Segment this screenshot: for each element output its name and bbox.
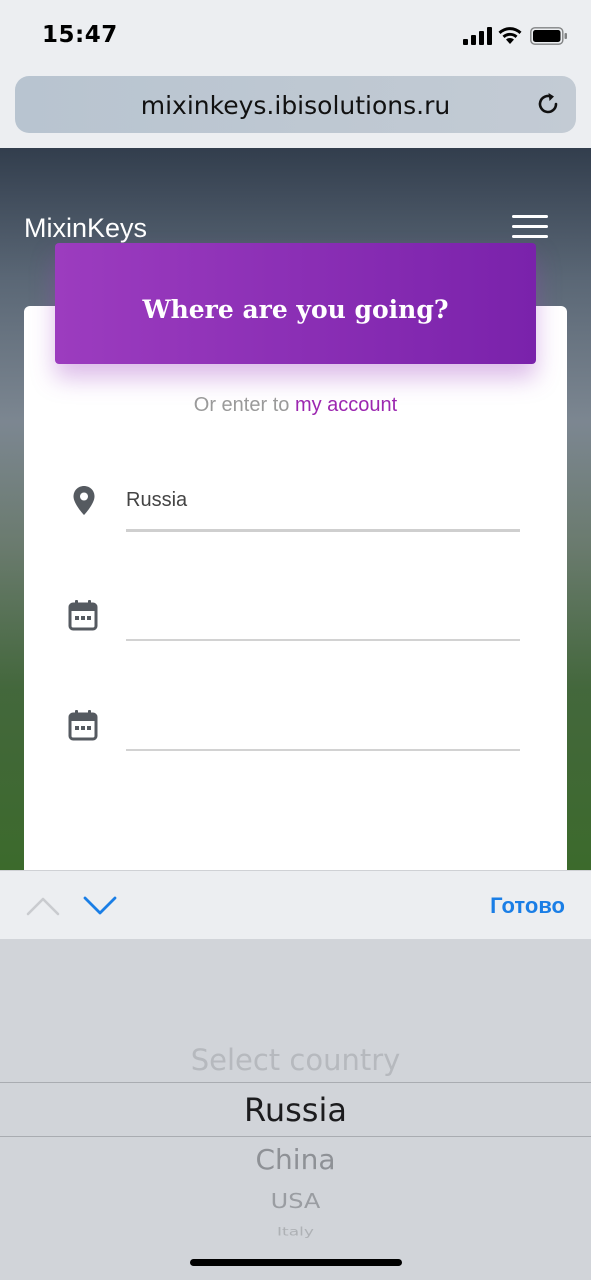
my-account-link[interactable]: my account (295, 394, 397, 416)
destination-input[interactable]: Russia (126, 489, 187, 512)
address-bar[interactable]: mixinkeys.ibisolutions.ru (15, 76, 576, 133)
status-time: 15:47 (42, 22, 118, 48)
end-date-underline (126, 749, 520, 751)
picker-option[interactable]: Italy (0, 1225, 591, 1239)
picker-selection-top-divider (0, 1082, 591, 1083)
picker-option[interactable]: USA (0, 1189, 591, 1213)
done-button[interactable]: Готово (490, 893, 565, 919)
picker-option-selected[interactable]: Russia (0, 1091, 591, 1129)
site-logo[interactable]: MixinKeys (24, 213, 147, 244)
account-line: Or enter to my account (24, 394, 567, 417)
next-field-chevron-down-icon[interactable] (83, 895, 117, 917)
status-bar: 15:47 (0, 0, 591, 72)
account-prefix: Or enter to (193, 394, 290, 416)
cellular-signal-icon (463, 27, 492, 45)
picker-option[interactable]: Select country (0, 1043, 591, 1077)
picker-selection-bottom-divider (0, 1136, 591, 1137)
start-date-underline (126, 639, 520, 641)
destination-underline (126, 529, 520, 532)
picker-option[interactable]: China (0, 1143, 591, 1176)
reload-icon[interactable] (534, 90, 562, 118)
card-header: Where are you going? (55, 243, 536, 364)
hamburger-menu-icon[interactable] (512, 215, 548, 241)
url-text[interactable]: mixinkeys.ibisolutions.ru (15, 91, 576, 120)
keyboard-accessory-bar: Готово (0, 870, 591, 939)
calendar-icon (68, 710, 98, 741)
battery-icon (530, 27, 567, 45)
previous-field-chevron-up-icon[interactable] (26, 895, 60, 917)
browser-toolbar: mixinkeys.ibisolutions.ru (0, 72, 591, 148)
wifi-icon (498, 27, 522, 44)
home-indicator[interactable] (190, 1259, 402, 1266)
search-card (24, 306, 567, 870)
calendar-icon (68, 600, 98, 631)
location-pin-icon (73, 486, 95, 515)
card-title: Where are you going? (142, 295, 449, 324)
